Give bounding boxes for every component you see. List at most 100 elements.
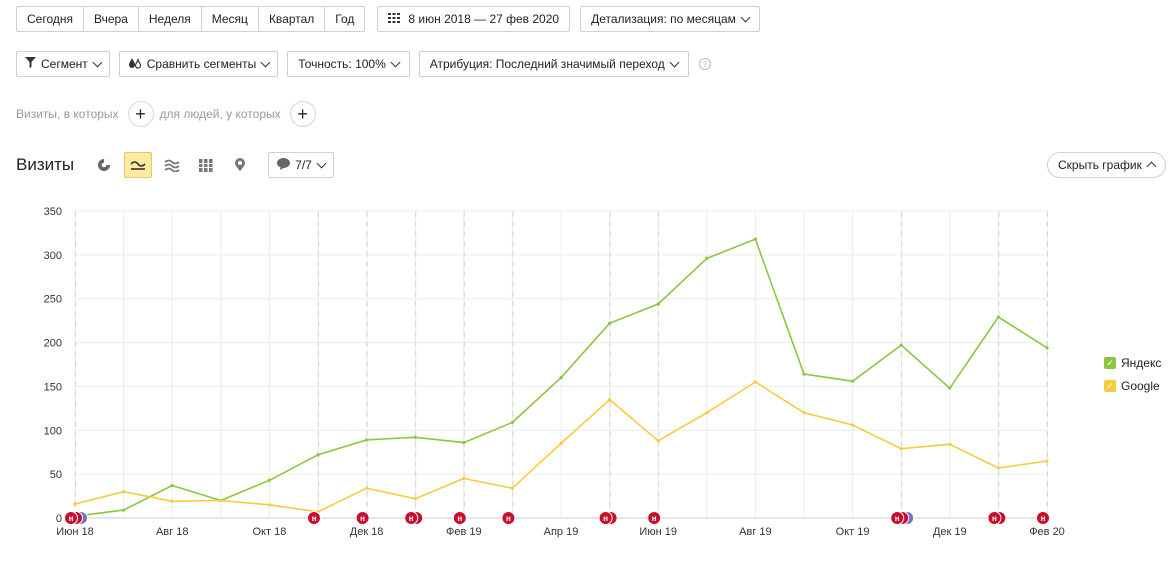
add-people-condition-button[interactable]: +: [289, 101, 316, 127]
page-title: Визиты: [16, 155, 75, 174]
data-point: [462, 476, 466, 481]
data-point: [170, 483, 174, 488]
data-point: [559, 376, 563, 380]
drops-icon: [128, 56, 142, 72]
legend-item-google[interactable]: ✓ Google: [1104, 379, 1161, 393]
y-tick-label: 50: [50, 469, 62, 481]
data-point: [559, 441, 563, 446]
note-marker-label: н: [652, 514, 657, 523]
data-point: [365, 486, 369, 490]
period-group: Сегодня Вчера Неделя Месяц Квартал Год: [16, 6, 366, 32]
note-marker-label: н: [457, 514, 462, 523]
visits-filter-label: Визиты, в которых: [16, 107, 119, 121]
period-toolbar: Сегодня Вчера Неделя Месяц Квартал Год 8…: [16, 6, 760, 32]
checkbox-checked-icon[interactable]: ✓: [1104, 357, 1116, 369]
date-range-label: 8 июн 2018 — 27 фев 2020: [408, 12, 560, 26]
x-tick-label: Дек 19: [933, 526, 967, 538]
data-point: [122, 490, 126, 494]
legend-label-yandex: Яндекс: [1121, 356, 1162, 370]
data-point: [996, 466, 1001, 470]
notes-dropdown[interactable]: 7/7: [268, 152, 334, 178]
note-marker-label: н: [69, 514, 74, 523]
note-marker-label: н: [409, 514, 414, 523]
period-month-button[interactable]: Месяц: [200, 6, 259, 32]
data-point: [510, 420, 514, 424]
x-tick-label: Окт 18: [252, 526, 286, 538]
period-year-button[interactable]: Год: [324, 6, 366, 32]
people-filter-label: для людей, у которых: [159, 107, 281, 121]
attribution-dropdown[interactable]: Атрибуция: Последний значимый переход: [418, 51, 689, 77]
compare-segments-label: Сравнить сегменты: [146, 57, 257, 71]
note-marker-label: н: [1041, 514, 1046, 523]
period-today-button[interactable]: Сегодня: [16, 6, 84, 32]
legend-label-google: Google: [1121, 379, 1160, 393]
y-tick-label: 100: [44, 425, 62, 437]
legend-item-yandex[interactable]: ✓ Яндекс: [1104, 356, 1161, 370]
data-point: [170, 499, 174, 503]
data-point: [510, 486, 514, 490]
period-week-button[interactable]: Неделя: [137, 6, 202, 32]
comment-icon: [277, 157, 291, 173]
y-tick-label: 250: [44, 294, 62, 306]
note-marker-label: н: [506, 514, 511, 523]
data-point: [462, 440, 466, 445]
data-point: [608, 321, 612, 325]
period-yesterday-button[interactable]: Вчера: [83, 6, 139, 32]
data-point: [608, 397, 612, 402]
map-pin-icon[interactable]: [226, 152, 254, 178]
y-tick-label: 350: [44, 206, 62, 218]
data-point: [948, 442, 952, 446]
help-icon[interactable]: ?: [698, 58, 711, 70]
pie-chart-icon[interactable]: [90, 152, 118, 178]
checkbox-checked-icon[interactable]: ✓: [1104, 380, 1116, 392]
note-marker-label: н: [360, 514, 365, 523]
y-tick-label: 0: [56, 513, 62, 525]
data-point: [851, 379, 855, 383]
accuracy-label: Точность: 100%: [298, 57, 386, 71]
note-marker-label: н: [895, 514, 900, 523]
note-marker-label: н: [992, 514, 997, 523]
segment-dropdown[interactable]: Сегмент: [16, 51, 110, 77]
data-point: [413, 497, 417, 501]
chevron-down-icon: [669, 57, 680, 67]
data-point: [899, 447, 903, 451]
data-point: [413, 435, 417, 439]
data-point: [996, 315, 1001, 319]
hide-chart-button[interactable]: Скрыть график: [1047, 152, 1166, 178]
add-visits-condition-button[interactable]: +: [127, 101, 154, 127]
accuracy-dropdown[interactable]: Точность: 100%: [287, 51, 410, 77]
date-range-button[interactable]: 8 июн 2018 — 27 фев 2020: [377, 6, 571, 32]
x-tick-label: Дек 18: [350, 526, 384, 538]
detail-label: Детализация: по месяцам: [591, 12, 736, 26]
chevron-down-icon: [260, 57, 271, 67]
chevron-down-icon: [316, 158, 327, 168]
line-chart-icon[interactable]: [124, 152, 153, 178]
note-marker-label: н: [603, 514, 608, 523]
filter-row: Визиты, в которых + для людей, у которых…: [16, 101, 316, 127]
x-tick-label: Авг 18: [156, 526, 188, 538]
bar-chart-icon[interactable]: [192, 152, 220, 178]
x-tick-label: Фев 19: [446, 526, 482, 538]
data-point: [802, 372, 806, 376]
attribution-label: Атрибуция: Последний значимый переход: [429, 57, 665, 71]
period-quarter-button[interactable]: Квартал: [257, 6, 326, 32]
compare-segments-dropdown[interactable]: Сравнить сегменты: [118, 51, 279, 77]
note-marker-label: н: [312, 514, 317, 523]
x-tick-label: Фев 20: [1029, 526, 1065, 538]
data-point: [122, 508, 126, 512]
detail-dropdown[interactable]: Детализация: по месяцам: [580, 6, 760, 32]
segment-label: Сегмент: [41, 57, 88, 71]
data-point: [1045, 459, 1049, 463]
data-point: [705, 411, 709, 415]
visits-line-chart: 0 50 100 150 200 250 300 350 Июн 18 Авг 18 Окт 18 Д…: [44, 206, 1065, 538]
data-point: [948, 386, 952, 390]
y-tick-label: 150: [44, 381, 62, 393]
x-tick-label: Июн 18: [56, 526, 94, 538]
segment-toolbar: Сегмент Сравнить сегменты Точность: 100%…: [16, 51, 711, 77]
area-chart-icon[interactable]: [158, 152, 186, 178]
y-tick-label: 300: [44, 250, 62, 262]
chevron-down-icon: [740, 12, 751, 22]
chart-legend: ✓ Яндекс ✓ Google: [1104, 356, 1161, 402]
data-point: [267, 478, 271, 482]
data-point: [656, 302, 660, 306]
